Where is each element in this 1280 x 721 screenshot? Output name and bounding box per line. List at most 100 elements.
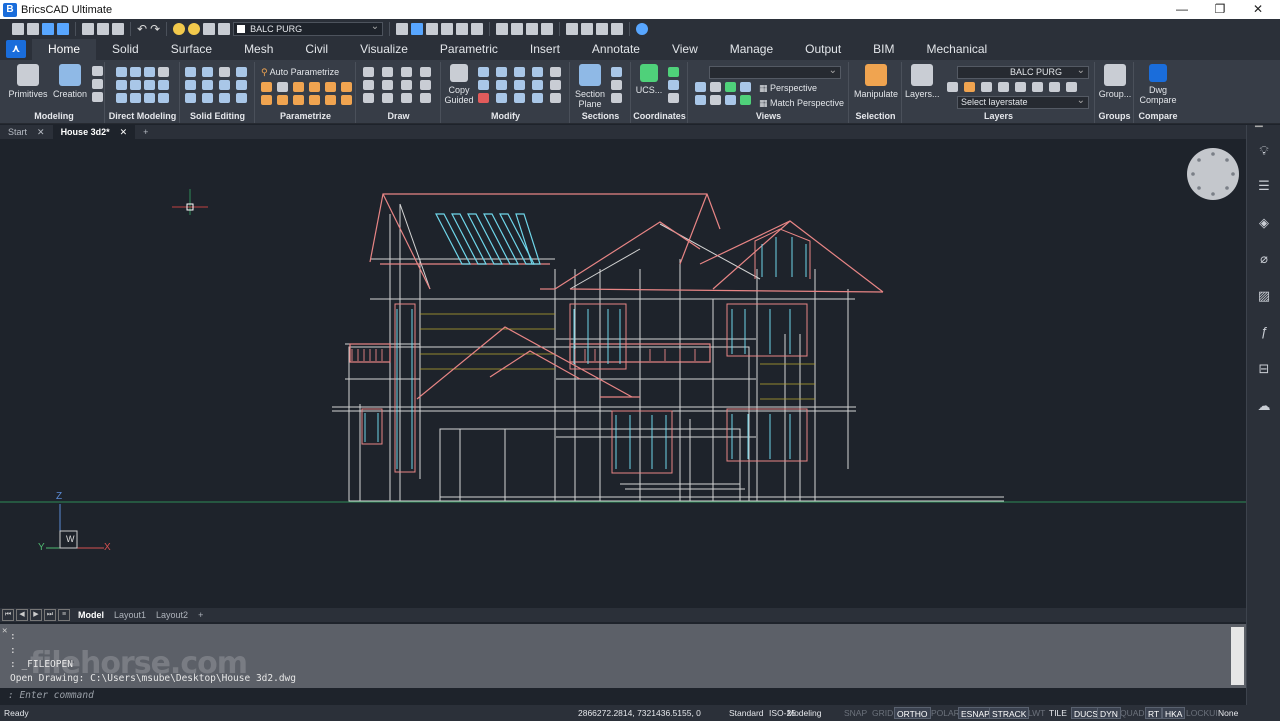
tab-manage[interactable]: Manage xyxy=(714,39,789,60)
layout-list-icon[interactable]: ≡ xyxy=(58,609,70,621)
close-tab-icon[interactable]: ✕ xyxy=(37,125,45,139)
dwg-compare-button[interactable]: Dwg Compare xyxy=(1137,64,1179,105)
new-file-icon[interactable] xyxy=(12,23,24,35)
tab-insert[interactable]: Insert xyxy=(514,39,576,60)
constraint-vertical-icon[interactable] xyxy=(309,82,320,92)
panel-menu-icon[interactable]: ▔ xyxy=(1255,127,1263,138)
stretch-icon[interactable] xyxy=(496,80,507,90)
tab-mesh[interactable]: Mesh xyxy=(228,39,289,60)
tab-view[interactable]: View xyxy=(656,39,714,60)
status-toggle-ortho[interactable]: ORTHO xyxy=(894,707,931,719)
attachment-icon[interactable]: ⌀ xyxy=(1256,251,1272,267)
redo-icon[interactable]: ↷ xyxy=(150,22,160,36)
layer-combo[interactable]: BALC PURG xyxy=(957,65,1089,79)
layer-freeze-icon[interactable] xyxy=(188,23,201,35)
tab-output[interactable]: Output xyxy=(789,39,857,60)
status-toggle-modeling[interactable]: Modeling xyxy=(785,707,824,719)
constraint-perpendicular-icon[interactable] xyxy=(341,82,352,92)
tab-model[interactable]: Model xyxy=(73,610,109,620)
pushpull-icon[interactable] xyxy=(130,67,141,77)
layer-dropdown[interactable]: BALC PURG xyxy=(233,21,384,36)
manipulate-button[interactable]: Manipulate xyxy=(852,64,900,99)
view-iso-icon[interactable] xyxy=(740,95,751,105)
image-icon[interactable] xyxy=(611,23,624,35)
offset-icon[interactable] xyxy=(514,80,525,90)
ucs-world-icon[interactable] xyxy=(668,67,679,77)
materials-icon[interactable] xyxy=(541,23,554,35)
lightbulb-icon[interactable]: 💡︎ xyxy=(1256,143,1272,159)
rectangle-icon[interactable] xyxy=(420,67,431,77)
tab-surface[interactable]: Surface xyxy=(155,39,228,60)
tweak-icon[interactable] xyxy=(144,67,155,77)
match-properties-icon[interactable] xyxy=(396,23,409,35)
shell-icon[interactable] xyxy=(130,93,141,103)
move-face-icon[interactable] xyxy=(116,67,127,77)
constraint-coincident-icon[interactable] xyxy=(277,82,288,92)
tab-home[interactable]: Home xyxy=(32,39,97,60)
constraint-angle-icon[interactable] xyxy=(277,95,288,105)
constraint-fix-icon[interactable] xyxy=(261,82,272,92)
status-toggle-rt[interactable]: RT xyxy=(1145,707,1163,719)
polyline-icon[interactable] xyxy=(382,67,393,77)
drawing-viewport[interactable]: Z Y X W xyxy=(0,139,1246,608)
imprint-icon[interactable] xyxy=(158,93,169,103)
print-preview-icon[interactable] xyxy=(82,23,94,35)
constraint-radius-icon[interactable] xyxy=(293,95,304,105)
check-solid-icon[interactable] xyxy=(236,80,247,90)
open-file-icon[interactable] xyxy=(27,23,39,35)
view-save-icon[interactable] xyxy=(710,82,721,92)
calculator-icon[interactable] xyxy=(566,23,579,35)
region-icon[interactable] xyxy=(420,93,431,103)
cloud-icon[interactable]: ☁ xyxy=(1256,398,1272,414)
tab-parametric[interactable]: Parametric xyxy=(424,39,514,60)
constraint-distance-icon[interactable] xyxy=(261,95,272,105)
tab-current-drawing[interactable]: House 3d2* ✕ xyxy=(52,125,136,139)
command-input[interactable]: : Enter command xyxy=(0,688,1246,704)
freehand-icon[interactable] xyxy=(401,93,412,103)
donut-icon[interactable] xyxy=(420,80,431,90)
layer-lock-tool-icon[interactable] xyxy=(1015,82,1026,92)
fillet-icon[interactable] xyxy=(550,93,561,103)
tab-solid[interactable]: Solid xyxy=(96,39,155,60)
status-toggle-lwt[interactable]: LWT xyxy=(1026,707,1047,719)
section-solid-icon[interactable] xyxy=(185,93,196,103)
tab-mechanical[interactable]: Mechanical xyxy=(911,39,1004,60)
section-settings-icon[interactable] xyxy=(611,93,622,103)
chamfer-solid-icon[interactable] xyxy=(219,93,230,103)
tab-layout1[interactable]: Layout1 xyxy=(109,610,151,620)
thicken-icon[interactable] xyxy=(144,93,155,103)
layer-print-icon[interactable] xyxy=(218,23,231,35)
status-toggle-tile[interactable]: TILE xyxy=(1047,707,1069,719)
maximize-button[interactable]: ❐ xyxy=(1202,0,1238,19)
array-icon[interactable] xyxy=(532,80,543,90)
status-toggle-quad[interactable]: QUAD xyxy=(1118,707,1147,719)
polygon-icon[interactable] xyxy=(363,93,374,103)
layer-match-icon[interactable] xyxy=(1049,82,1060,92)
layer-off-icon[interactable] xyxy=(981,82,992,92)
help-icon[interactable] xyxy=(636,23,649,35)
match-perspective-button[interactable]: ▦ Match Perspective xyxy=(759,98,844,109)
interfere-icon[interactable] xyxy=(185,80,196,90)
status-toggle-polar[interactable]: POLAR xyxy=(929,707,962,719)
function-icon[interactable]: ƒ xyxy=(1256,324,1272,340)
delete-icon[interactable] xyxy=(478,93,489,103)
pen-icon[interactable] xyxy=(411,23,424,35)
status-toggle-hka[interactable]: HKA xyxy=(1162,707,1186,719)
square-icon[interactable] xyxy=(382,93,393,103)
subtract-icon[interactable] xyxy=(202,67,213,77)
constraint-tangent-icon[interactable] xyxy=(341,95,352,105)
tab-visualize[interactable]: Visualize xyxy=(344,39,424,60)
structure-tree-icon[interactable]: ⊟ xyxy=(1256,361,1272,377)
group-button[interactable]: Group... xyxy=(1098,64,1132,99)
layer-unlock-icon[interactable] xyxy=(1032,82,1043,92)
status-toggle-lockui[interactable]: LOCKUI xyxy=(1184,707,1220,719)
prev-layout-icon[interactable]: ◀ xyxy=(16,609,28,621)
status-toggle-snap[interactable]: SNAP xyxy=(842,707,869,719)
fillet-edge-icon[interactable] xyxy=(144,80,155,90)
status-toggle-esnap[interactable]: ESNAP xyxy=(958,707,993,719)
eraser-icon[interactable] xyxy=(581,23,594,35)
revolve-icon[interactable] xyxy=(92,79,103,89)
layer-lock-icon[interactable] xyxy=(203,23,216,35)
new-tab-button[interactable]: + xyxy=(135,125,156,139)
save-as-icon[interactable] xyxy=(57,23,69,35)
